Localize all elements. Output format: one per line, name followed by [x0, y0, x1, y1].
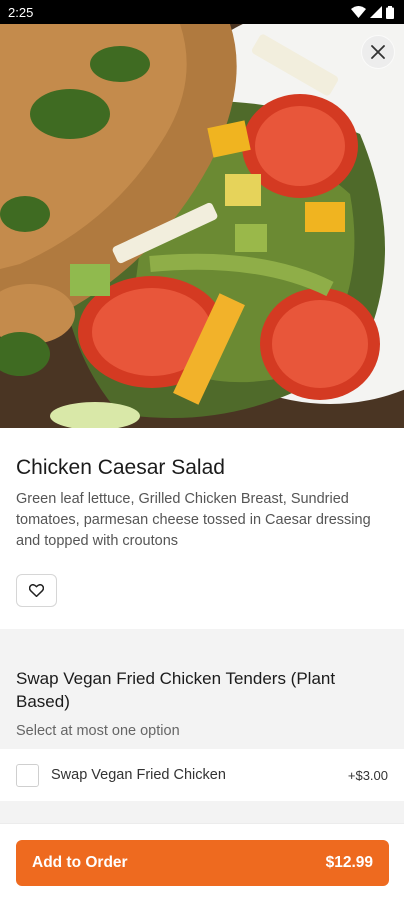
status-icons: [351, 5, 394, 19]
option-label: Swap Vegan Fried Chicken: [51, 767, 226, 783]
heart-icon: [29, 584, 44, 597]
item-title: Chicken Caesar Salad: [16, 456, 225, 479]
modifier-option[interactable]: Swap Vegan Fried Chicken +$3.00: [0, 749, 404, 801]
item-info: Chicken Caesar Salad Green leaf lettuce,…: [0, 428, 404, 607]
favorite-button[interactable]: [16, 574, 57, 607]
salad-photo-illustration: [0, 24, 404, 428]
section-divider: [0, 629, 404, 641]
signal-icon: [370, 6, 382, 18]
bottom-bar: Add to Order $12.99: [0, 823, 404, 900]
add-to-order-label: Add to Order: [32, 854, 128, 871]
item-photo: [0, 24, 404, 428]
status-time: 2:25: [8, 4, 34, 20]
modifier-group-subtitle: Select at most one option: [16, 723, 180, 739]
battery-icon: [386, 5, 394, 19]
item-description: Green leaf lettuce, Grilled Chicken Brea…: [16, 491, 371, 549]
close-button[interactable]: [362, 36, 394, 68]
section-divider: [0, 801, 404, 823]
modifier-group-header: Swap Vegan Fried Chicken Tenders (Plant …: [0, 641, 404, 749]
add-to-order-button[interactable]: Add to Order $12.99: [16, 840, 389, 886]
wifi-icon: [351, 6, 366, 18]
option-price: +$3.00: [347, 767, 388, 783]
option-checkbox[interactable]: [16, 763, 39, 787]
close-icon: [371, 45, 385, 59]
modifier-group-title: Swap Vegan Fried Chicken Tenders (Plant …: [16, 669, 336, 711]
status-bar: 2:25: [0, 0, 404, 24]
order-total: $12.99: [325, 854, 373, 871]
